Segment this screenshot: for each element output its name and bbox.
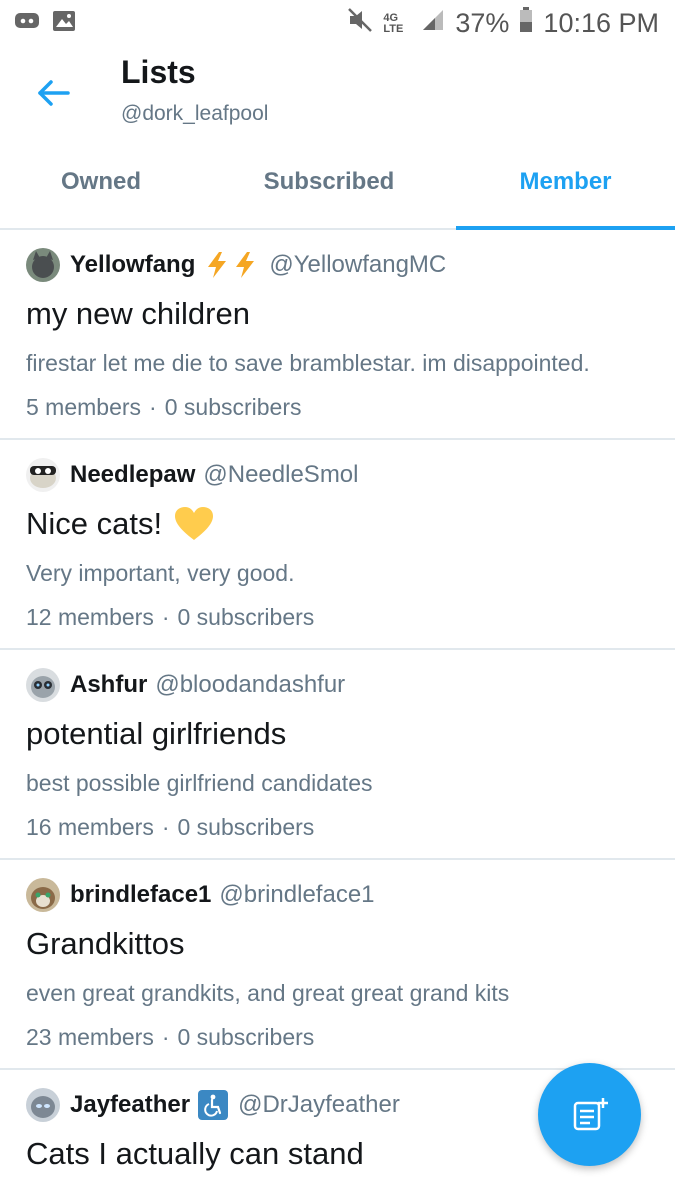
owner-name: Ashfur [70,671,148,698]
member-count: 5 members [26,394,142,420]
status-bar: 4G LTE 37% 10:16 PM [0,0,675,46]
clock: 10:16 PM [543,8,659,38]
tab-bar: Owned Subscribed Member [0,136,675,230]
list-description: best possible girlfriend candidates [26,770,373,796]
list-stats: 23 members · 0 subscribers [26,1020,649,1054]
separator: · [161,604,170,630]
tab-owned[interactable]: Owned [0,136,202,228]
owner-handle[interactable]: @DrJayfeather [238,1091,400,1119]
list-owner: brindleface1 @brindleface1 [26,878,649,912]
arrow-left-icon [38,80,70,106]
list-owner: Needlepaw @NeedleSmol [26,458,649,492]
separator: · [161,814,170,840]
avatar [26,878,60,912]
back-button[interactable] [30,70,76,116]
list-name: Grandkittos [26,926,185,961]
new-list-button[interactable] [538,1063,641,1166]
owner-handle[interactable]: @brindleface1 [219,881,374,909]
list-item[interactable]: Yellowfang @YellowfangMC my new children… [0,230,675,440]
discord-icon [14,10,40,37]
list-name: potential girlfriends [26,716,287,751]
subscriber-count: 0 subscribers [177,604,315,630]
list-owner: Yellowfang @YellowfangMC [26,248,649,282]
member-count: 12 members [26,604,154,630]
member-count: 16 members [26,814,154,840]
mute-icon [347,7,373,40]
list-description: Very important, very good. [26,560,295,586]
page-title: Lists [121,54,196,90]
avatar [26,458,60,492]
separator: · [161,1024,170,1050]
subscriber-count: 0 subscribers [177,1024,315,1050]
subscriber-count: 0 subscribers [164,394,302,420]
network-type: 4G LTE [383,11,404,35]
list-item[interactable]: Ashfur @bloodandashfur potential girlfri… [0,650,675,860]
tab-member[interactable]: Member [456,136,675,230]
owner-handle[interactable]: @bloodandashfur [155,671,345,699]
image-icon [52,10,76,37]
list-stats: 5 members · 0 subscribers [26,390,649,424]
tab-subscribed[interactable]: Subscribed [202,136,456,228]
owner-name: Needlepaw [70,461,196,488]
owner-name: brindleface1 [70,881,212,908]
wheelchair-icon [198,1090,229,1120]
list-name: my new children [26,296,250,331]
signal-icon [421,8,445,39]
list-description: even great grandkits, and great great gr… [26,980,510,1006]
list-stats: 16 members · 0 subscribers [26,810,649,844]
separator: · [149,394,157,420]
owner-handle[interactable]: @NeedleSmol [203,461,358,489]
owner-name: Jayfeather [70,1091,191,1118]
avatar [26,668,60,702]
member-count: 23 members [26,1024,154,1050]
list-stats: 12 members · 0 subscribers [26,600,649,634]
list-name-row: Nice cats! [26,504,649,544]
owner-handle[interactable]: @YellowfangMC [269,251,446,279]
avatar [26,248,60,282]
avatar [26,1088,60,1122]
battery-icon [519,7,533,40]
new-list-icon [573,1097,608,1130]
list-owner: Ashfur @bloodandashfur [26,668,649,702]
battery-percent: 37% [455,8,510,38]
subscriber-count: 0 subscribers [177,814,315,840]
page-subtitle: @dork_leafpool [121,102,269,125]
member-lists: Yellowfang @YellowfangMC my new children… [0,230,675,1188]
list-name: Nice cats! [26,506,163,541]
yellow-heart-icon [174,506,214,542]
list-item[interactable]: brindleface1 @brindleface1 Grandkittos e… [0,860,675,1070]
list-description: firestar let me die to save bramblestar.… [26,350,590,376]
header: Lists @dork_leafpool [0,46,675,136]
list-item[interactable]: Needlepaw @NeedleSmol Nice cats! Very im… [0,440,675,650]
owner-name: Yellowfang [70,251,196,278]
lightning-icon [203,251,259,279]
